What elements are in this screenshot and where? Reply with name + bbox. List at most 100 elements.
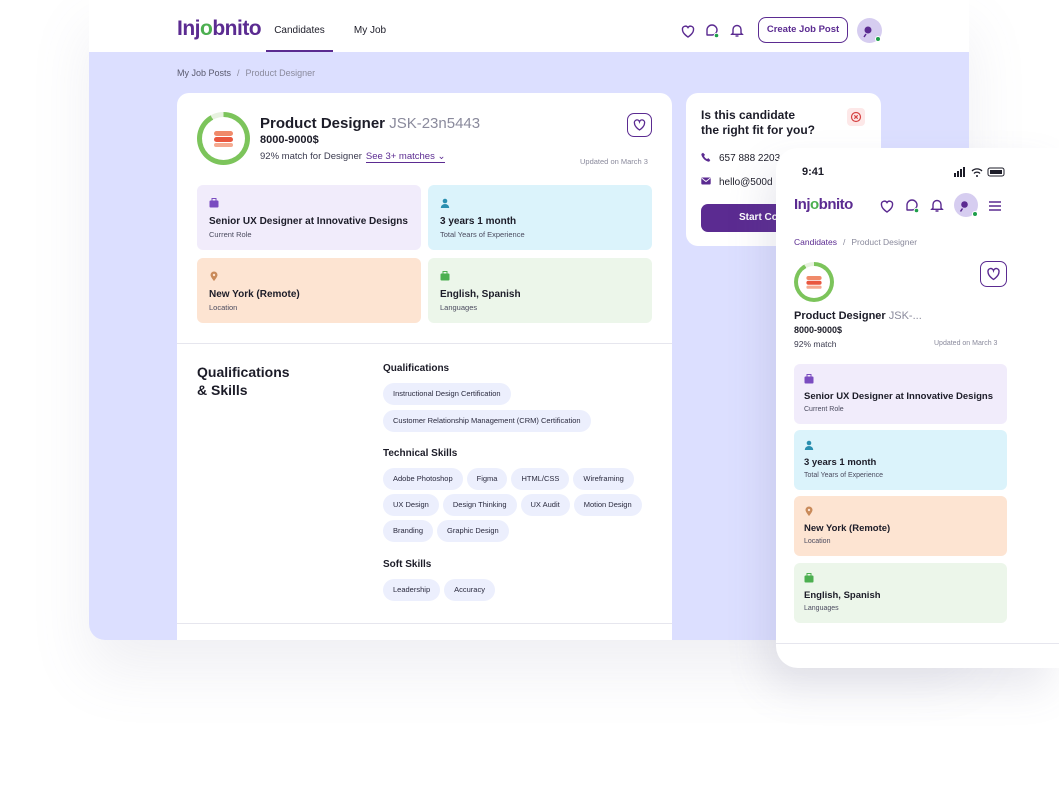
- current-role-label: Current Role: [209, 230, 252, 239]
- experience-label: Total Years of Experience: [804, 472, 883, 479]
- chip: Branding: [383, 520, 434, 542]
- candidate-code: JSK-...: [888, 310, 922, 322]
- qualifications-chip-list: Instructional Design Certification Custo…: [383, 383, 663, 432]
- heart-icon: [987, 267, 1000, 281]
- chip: Adobe Photoshop: [383, 468, 463, 490]
- current-role-value: Senior UX Designer at Innovative Designs: [804, 391, 993, 402]
- languages-label: Languages: [804, 605, 839, 612]
- location-icon: [805, 506, 813, 516]
- screenshot-stage: Injobnito Candidates My Job Posts Create…: [0, 0, 1059, 789]
- technical-skills-chip-list: Adobe Photoshop Figma HTML/CSS Wireframi…: [383, 468, 653, 542]
- breadcrumb-parent-link[interactable]: My Job Posts: [177, 68, 231, 78]
- experience-value: 3 years 1 month: [440, 216, 517, 227]
- updated-date: Updated on March 3: [580, 157, 648, 166]
- bell-icon[interactable]: [929, 197, 945, 213]
- chat-icon[interactable]: [904, 198, 920, 214]
- fit-question: Is this candidate the right fit for you?: [701, 108, 815, 137]
- chip: Motion Design: [573, 494, 642, 516]
- section-divider: [776, 643, 1059, 644]
- hamburger-menu-icon[interactable]: [987, 198, 1003, 214]
- close-icon: [850, 111, 862, 123]
- tab-candidates[interactable]: Candidates: [266, 0, 333, 52]
- languages-value: English, Spanish: [804, 590, 881, 601]
- mail-icon: [701, 177, 711, 185]
- person-icon: [440, 198, 450, 208]
- tile-location: New York (Remote) Location: [794, 496, 1007, 556]
- create-job-post-button[interactable]: Create Job Post: [758, 17, 848, 43]
- close-button[interactable]: [847, 108, 865, 126]
- chip: UX Audit: [520, 494, 570, 516]
- experience-label: Total Years of Experience: [440, 230, 525, 239]
- heart-icon[interactable]: [879, 198, 895, 214]
- chip: Leadership: [383, 579, 441, 601]
- breadcrumb: My Job Posts / Product Designer: [177, 68, 316, 78]
- favorite-button[interactable]: [980, 261, 1007, 287]
- tab-my-job-posts[interactable]: My Job Posts: [341, 0, 399, 98]
- bell-icon[interactable]: [729, 22, 745, 38]
- person-icon: [804, 440, 814, 450]
- online-status-dot: [972, 211, 978, 217]
- languages-label: Languages: [440, 303, 478, 312]
- current-role-label: Current Role: [804, 406, 844, 413]
- phone-contact: 657 888 2203: [701, 152, 780, 164]
- salary-range: 8000-9000$: [260, 134, 319, 146]
- section-divider: [177, 623, 672, 624]
- chip: Graphic Design: [437, 520, 509, 542]
- chip: Customer Relationship Management (CRM) C…: [383, 410, 591, 432]
- candidate-card: Product Designer JSK-23n5443 8000-9000$ …: [177, 93, 672, 640]
- current-role-value: Senior UX Designer at Innovative Designs: [209, 216, 408, 227]
- top-navbar: Injobnito Candidates My Job Posts Create…: [89, 0, 969, 98]
- tile-current-role: Senior UX Designer at Innovative Designs…: [197, 185, 421, 250]
- chip: Wireframing: [573, 468, 634, 490]
- soft-skills-label: Soft Skills: [383, 559, 432, 570]
- chip: Figma: [466, 468, 508, 490]
- brand-logo[interactable]: Injobnito: [177, 17, 262, 41]
- salary-range: 8000-9000$: [794, 325, 843, 335]
- experience-value: 3 years 1 month: [804, 457, 877, 468]
- briefcase-icon: [804, 374, 814, 384]
- section-divider: [177, 343, 672, 344]
- location-icon: [210, 271, 218, 281]
- mobile-breadcrumb: Candidates / Product Designer: [794, 237, 918, 247]
- tile-experience: 3 years 1 month Total Years of Experienc…: [428, 185, 652, 250]
- briefcase-icon: [209, 198, 219, 208]
- location-label: Location: [209, 303, 238, 312]
- see-more-matches-link[interactable]: See 3+ matches ⌄: [365, 151, 446, 163]
- status-time: 9:41: [802, 166, 825, 178]
- match-ring: [794, 262, 834, 302]
- tile-languages: English, Spanish Languages: [428, 258, 652, 323]
- location-label: Location: [804, 538, 831, 545]
- heart-icon[interactable]: [680, 23, 696, 39]
- status-bar-icons: [954, 167, 1005, 177]
- mobile-brand-logo[interactable]: Injobnito: [794, 196, 853, 213]
- candidate-title: Product Designer JSK-...: [794, 310, 922, 322]
- chip: Instructional Design Certification: [383, 383, 511, 405]
- match-text: 92% match for Designer See 3+ matches ⌄: [260, 151, 446, 163]
- phone-icon: [701, 152, 711, 162]
- mobile-window: 9:41 Injobnito Candidates / Product Design…: [776, 148, 1059, 668]
- email-contact: hello@500d: [701, 176, 773, 188]
- soft-skills-chip-list: Leadership Accuracy: [383, 579, 653, 601]
- favorite-button[interactable]: [627, 113, 652, 137]
- chip: UX Design: [383, 494, 439, 516]
- breadcrumb-parent-link[interactable]: Candidates: [794, 237, 837, 247]
- tile-languages: English, Spanish Languages: [794, 563, 1007, 623]
- chip: Design Thinking: [442, 494, 517, 516]
- chip: HTML/CSS: [511, 468, 570, 490]
- language-icon: [440, 271, 450, 281]
- candidate-avatar-icon: [806, 276, 822, 289]
- match-ring: [197, 112, 250, 165]
- heart-icon: [633, 119, 646, 131]
- qualifications-group-label: Qualifications: [383, 363, 450, 374]
- candidate-title: Product Designer JSK-23n5443: [260, 115, 481, 132]
- location-value: New York (Remote): [804, 523, 891, 534]
- chip: Accuracy: [444, 579, 495, 601]
- languages-value: English, Spanish: [440, 289, 521, 300]
- tile-experience: 3 years 1 month Total Years of Experienc…: [794, 430, 1007, 490]
- candidate-avatar-icon: [214, 131, 233, 147]
- match-text: 92% match: [794, 339, 837, 349]
- chat-icon[interactable]: [704, 23, 720, 39]
- online-status-dot: [875, 36, 881, 42]
- breadcrumb-current: Product Designer: [851, 237, 918, 247]
- location-value: New York (Remote): [209, 289, 300, 300]
